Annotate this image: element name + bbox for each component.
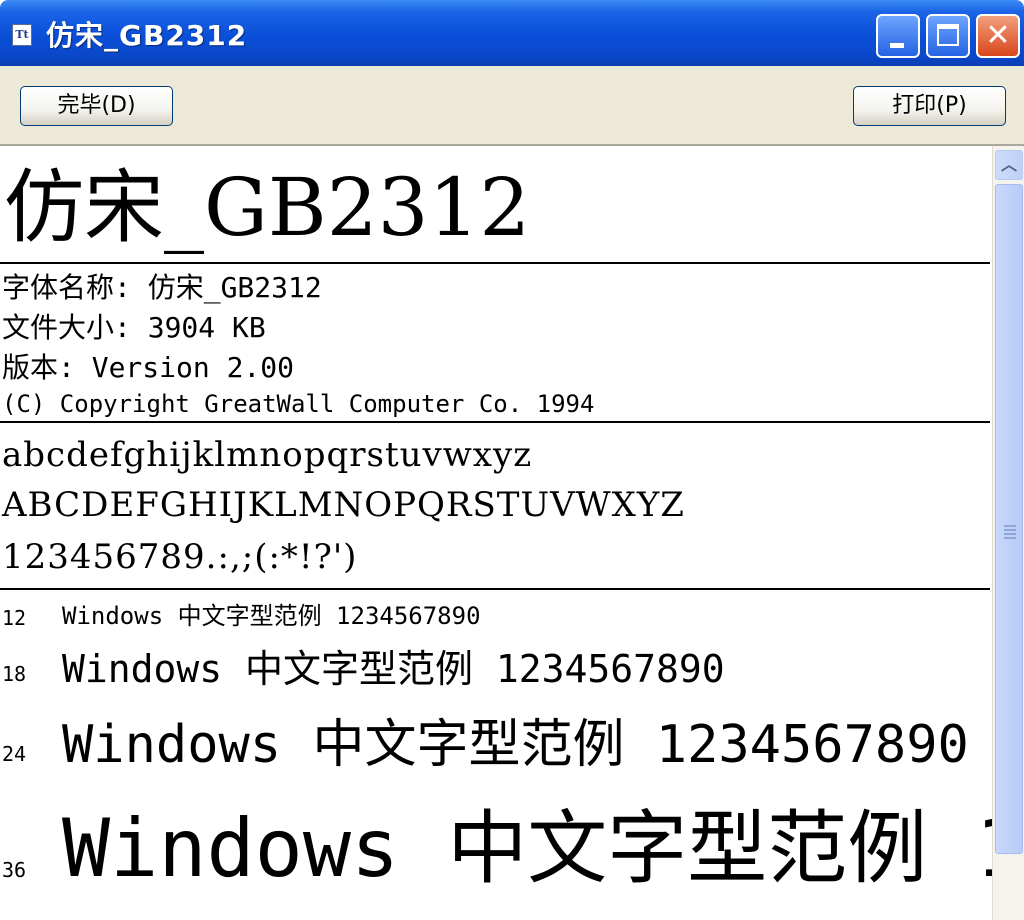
- title-bar: Tt 仿宋_GB2312 ✕: [0, 0, 1024, 66]
- size-sample-12: Windows 中文字型范例 1234567890: [62, 602, 481, 630]
- done-button[interactable]: 完毕(D): [20, 86, 173, 126]
- uppercase-sample: ABCDEFGHIJKLMNOPQRSTUVWXYZ: [2, 485, 685, 525]
- lowercase-sample: abcdefghijklmnopqrstuvwxyz: [2, 435, 533, 475]
- vertical-scrollbar[interactable]: ︿: [992, 146, 1024, 920]
- size-label: 12: [2, 606, 27, 630]
- minimize-icon: [890, 43, 904, 48]
- grip-icon: [1004, 525, 1016, 527]
- file-size-info: 文件大小: 3904 KB: [2, 311, 266, 344]
- size-label: 24: [2, 742, 27, 766]
- size-label: 36: [2, 858, 27, 882]
- maximize-button[interactable]: [926, 14, 970, 58]
- copyright-info: (C) Copyright GreatWall Computer Co. 199…: [2, 390, 595, 418]
- digits-sample: 123456789.:,;(:*!?'): [2, 537, 358, 577]
- print-button[interactable]: 打印(P): [853, 86, 1006, 126]
- divider: [0, 262, 990, 264]
- font-name-info: 字体名称: 仿宋_GB2312: [2, 271, 322, 304]
- size-sample-24: Windows 中文字型范例 1234567890: [62, 715, 969, 775]
- version-info: 版本: Version 2.00: [2, 351, 295, 384]
- close-button[interactable]: ✕: [976, 14, 1020, 58]
- divider: [0, 588, 990, 590]
- divider: [0, 421, 990, 423]
- size-sample-18: Windows 中文字型范例 1234567890: [62, 647, 725, 691]
- minimize-button[interactable]: [876, 14, 920, 58]
- font-name-heading: 仿宋_GB2312: [4, 161, 531, 254]
- close-icon: ✕: [985, 18, 1011, 53]
- size-sample-36: Windows 中文字型范例 1234567890: [62, 802, 992, 895]
- maximize-icon: [937, 24, 959, 46]
- toolbar: 完毕(D) 打印(P): [0, 66, 1024, 146]
- size-label: 18: [2, 662, 27, 686]
- font-preview-pane: 仿宋_GB2312 字体名称: 仿宋_GB2312 文件大小: 3904 KB …: [0, 146, 992, 920]
- window-title: 仿宋_GB2312: [46, 19, 248, 52]
- chevron-up-icon[interactable]: ︿: [995, 150, 1023, 180]
- scroll-thumb[interactable]: [995, 184, 1023, 854]
- font-file-icon[interactable]: Tt: [12, 24, 32, 46]
